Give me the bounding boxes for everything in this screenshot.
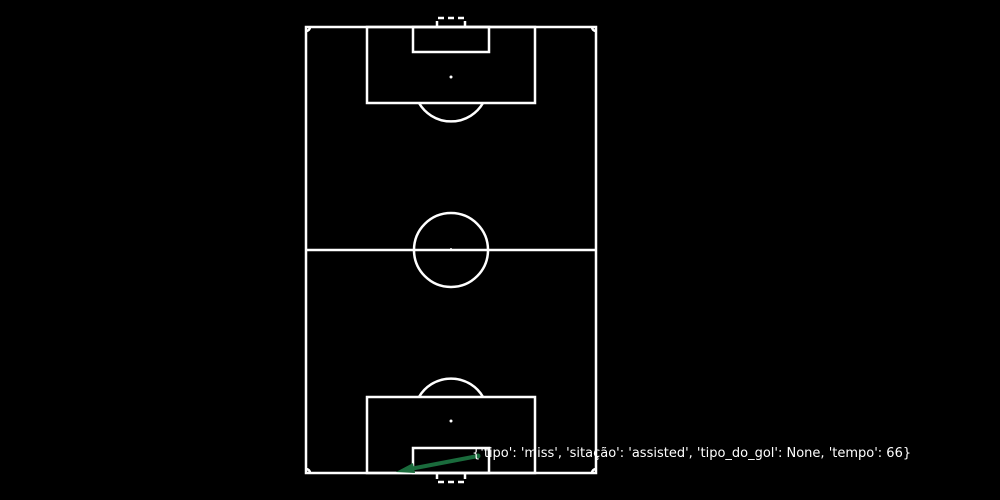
bottom-penalty-arc: [417, 377, 485, 398]
shot-arrow-head: [396, 463, 415, 473]
shot-annotation-label: {'tipo': 'miss', 'sitação': 'assisted', …: [472, 446, 911, 461]
bottom-goal: [435, 473, 467, 484]
top-six-yard-box: [411, 25, 491, 54]
top-penalty-arc: [417, 102, 485, 123]
football-pitch: {'tipo': 'miss', 'sitação': 'assisted', …: [304, 16, 911, 484]
top-penalty-box: [365, 25, 537, 105]
bottom-penalty-spot: [449, 419, 453, 423]
top-goal: [435, 16, 467, 27]
top-penalty-spot: [449, 75, 453, 79]
center-spot: [450, 248, 452, 250]
shot-arrow-line: [408, 454, 480, 471]
